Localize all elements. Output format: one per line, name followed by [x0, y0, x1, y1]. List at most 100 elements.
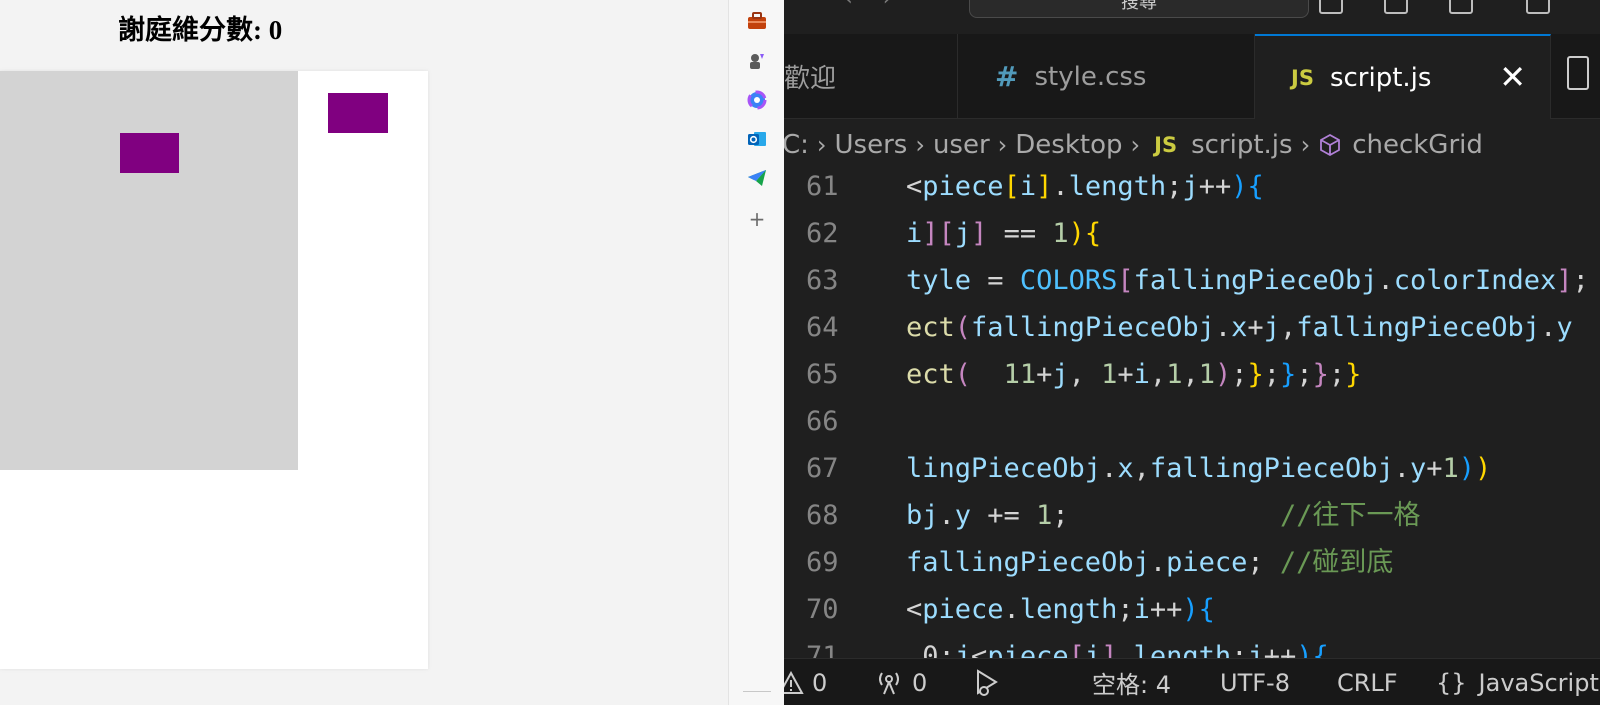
code-token: tyle	[906, 265, 972, 296]
chevron-right-icon: ›	[1130, 131, 1141, 159]
breadcrumb-users[interactable]: Users	[835, 130, 908, 160]
breadcrumb: C: › Users › user › Desktop › JS script.…	[784, 119, 1600, 171]
code-token: }	[1345, 359, 1362, 390]
code-token: colorIndex	[1393, 265, 1557, 296]
code-line[interactable]: 68 bj.y += 1; //往下一格	[784, 492, 1600, 539]
code-line[interactable]: 66	[784, 398, 1600, 445]
code-line[interactable]: 71 0;j<piece[i].length;j++){	[784, 633, 1600, 658]
code-token: ==	[987, 218, 1053, 249]
code-editor[interactable]: 61 <piece[i].length;j++){62 i][j] == 1){63…	[784, 171, 1600, 658]
code-token: }	[1247, 359, 1264, 390]
language-mode-status[interactable]: {} JavaScript	[1436, 659, 1599, 705]
copilot-icon[interactable]	[746, 89, 768, 111]
code-token: )	[1182, 594, 1199, 625]
code-text: tyle = COLORS[fallingPieceObj.colorIndex…	[906, 257, 1589, 304]
code-token: 1	[1036, 500, 1053, 531]
problems-status[interactable]: 0	[784, 659, 827, 705]
code-line[interactable]: 70 <piece.length;i++){	[784, 586, 1600, 633]
command-center-search[interactable]: 搜尋	[969, 0, 1309, 18]
code-token: <	[906, 594, 923, 625]
line-number: 62	[806, 218, 839, 249]
code-token: ect	[906, 312, 955, 343]
line-number: 61	[806, 171, 839, 202]
code-text: ect(fallingPieceObj.x+j,fallingPieceObj.…	[906, 304, 1573, 351]
line-number: 71	[806, 641, 839, 658]
breadcrumb-user[interactable]: user	[933, 130, 990, 160]
line-number: 65	[806, 359, 839, 390]
briefcase-icon[interactable]	[746, 10, 768, 32]
chevron-right-icon: ›	[915, 131, 925, 159]
code-token: .	[1393, 453, 1410, 484]
nav-arrows-icon[interactable]: ‹›	[844, 0, 922, 11]
next-piece-block	[328, 93, 388, 133]
code-line[interactable]: 63 tyle = COLORS[fallingPieceObj.colorInd…	[784, 257, 1600, 304]
code-token: +	[1036, 359, 1053, 390]
code-token: y	[1409, 453, 1427, 484]
breadcrumb-file[interactable]: script.js	[1191, 130, 1293, 160]
code-line[interactable]: 65 ect( 11+j, 1+i,1,1);};};};}	[784, 351, 1600, 398]
breadcrumb-desktop[interactable]: Desktop	[1015, 130, 1122, 160]
tab-welcome[interactable]: 歡迎	[784, 34, 958, 119]
code-token: //往下一格	[1279, 500, 1421, 531]
breadcrumb-symbol[interactable]: checkGrid	[1352, 130, 1483, 160]
code-line[interactable]: 61 <piece[i].length;j++){	[784, 171, 1600, 210]
tab-style-css[interactable]: # style.css	[959, 34, 1255, 119]
indentation-status[interactable]: 空格: 4	[1092, 659, 1171, 705]
code-text: <piece[i].length;j++){	[906, 171, 1264, 210]
code-token: i	[1133, 594, 1150, 625]
code-token: i	[1084, 641, 1102, 658]
tab-script-js-label: script.js	[1329, 63, 1432, 93]
encoding-status[interactable]: UTF-8	[1220, 659, 1290, 705]
tab-script-js[interactable]: JS script.js ✕	[1255, 34, 1551, 120]
toggle-sidebar-icon[interactable]	[1319, 0, 1343, 14]
code-token: length	[1133, 641, 1232, 658]
code-token: +	[1247, 312, 1264, 343]
add-icon[interactable]: +	[746, 207, 768, 231]
code-token: 1	[1052, 218, 1069, 249]
css-file-icon: #	[995, 60, 1019, 93]
code-token: i	[1019, 171, 1037, 202]
telegram-icon[interactable]	[746, 167, 768, 189]
chevron-right-icon: ›	[1300, 131, 1311, 159]
customize-layout-icon[interactable]	[1526, 0, 1550, 14]
code-token: lingPieceObj	[906, 453, 1102, 484]
code-token: fallingPieceObj	[971, 312, 1215, 343]
code-token: .	[1117, 641, 1134, 658]
code-token: [	[1003, 171, 1020, 202]
code-token: +=	[971, 500, 1037, 531]
code-token: )	[1231, 171, 1248, 202]
code-token: ,	[1149, 359, 1167, 390]
code-token: {	[1084, 218, 1102, 249]
code-token: [	[1068, 641, 1085, 658]
ports-status[interactable]: 0	[874, 659, 927, 705]
toggle-panel-icon[interactable]	[1384, 0, 1408, 14]
code-text: lingPieceObj.x,fallingPieceObj.y+1))	[906, 445, 1491, 492]
code-token: ;	[1296, 359, 1313, 390]
code-token: 1	[1198, 359, 1215, 390]
debug-run-status[interactable]	[972, 659, 1006, 705]
code-token: ;	[1117, 594, 1134, 625]
code-token: {	[1198, 594, 1215, 625]
broadcast-icon	[879, 671, 899, 694]
code-token: +	[1117, 359, 1134, 390]
code-token: 1	[1101, 359, 1118, 390]
code-token: ;	[1231, 641, 1248, 658]
line-number: 67	[806, 453, 839, 484]
close-icon[interactable]: ✕	[1499, 58, 1526, 96]
code-line[interactable]: 69 fallingPieceObj.piece; //碰到底	[784, 539, 1600, 586]
ports-count: 0	[912, 668, 928, 697]
outlook-icon[interactable]	[746, 128, 768, 150]
code-token: }	[1312, 359, 1329, 390]
eol-status[interactable]: CRLF	[1337, 659, 1398, 705]
breadcrumb-drive[interactable]: C:	[784, 130, 809, 160]
games-icon[interactable]	[746, 50, 768, 72]
code-line[interactable]: 64 ect(fallingPieceObj.x+j,fallingPieceOb…	[784, 304, 1600, 351]
game-canvas[interactable]	[0, 71, 428, 669]
split-editor-icon[interactable]	[1567, 56, 1589, 90]
code-token: .	[1540, 312, 1557, 343]
code-line[interactable]: 67 lingPieceObj.x,fallingPieceObj.y+1))	[784, 445, 1600, 492]
code-line[interactable]: 62 i][j] == 1){	[784, 210, 1600, 257]
code-text: bj.y += 1; //往下一格	[906, 492, 1420, 539]
toggle-secondary-sidebar-icon[interactable]	[1449, 0, 1473, 14]
